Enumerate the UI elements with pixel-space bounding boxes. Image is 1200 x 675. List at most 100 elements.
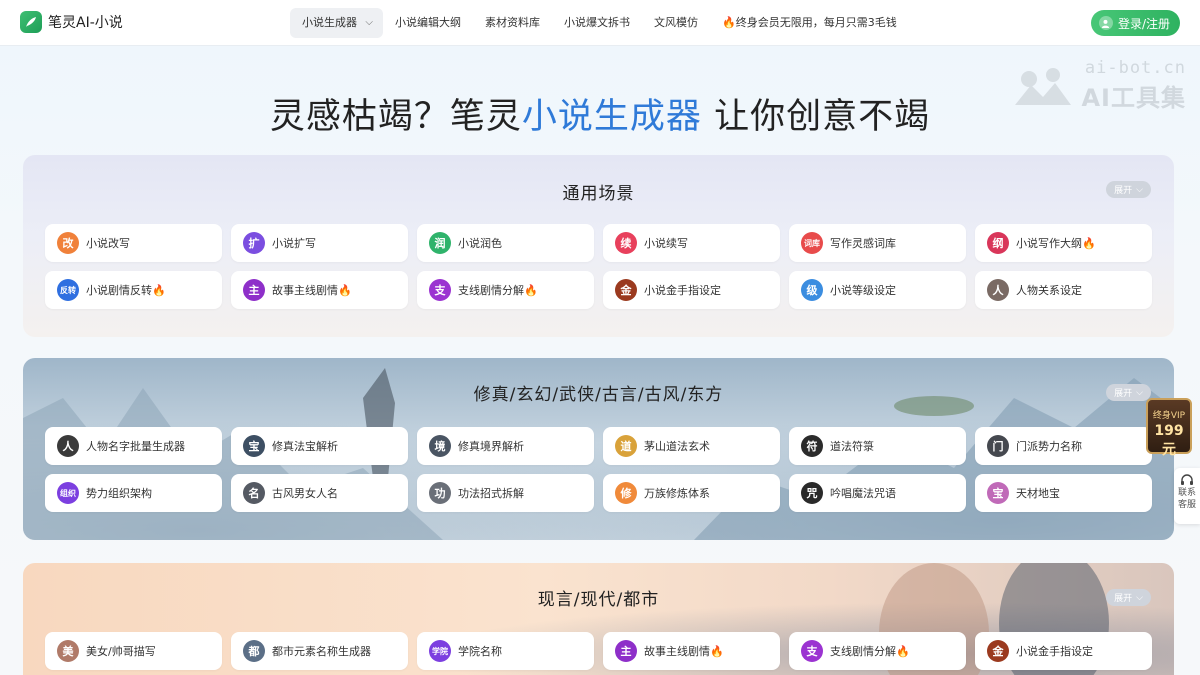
headset-icon xyxy=(1181,474,1193,485)
tool-grid: 美美女/帅哥描写都都市元素名称生成器 学院 学院名称主故事主线剧情🔥 支支线剧情分解🔥… xyxy=(45,632,1152,670)
contact-label-2: 客服 xyxy=(1177,500,1196,510)
tool-card[interactable]: 扩小说扩写 xyxy=(231,224,408,262)
tool-label: 学院名称 xyxy=(458,645,502,658)
tool-card[interactable]: 支支线剧情分解🔥 xyxy=(789,632,966,670)
contact-label-1: 联系 xyxy=(1177,488,1196,498)
tool-badge-icon: 人 xyxy=(987,279,1009,301)
user-icon xyxy=(1098,16,1113,30)
tool-label: 门派势力名称 xyxy=(1016,440,1082,453)
tool-label: 人物关系设定 xyxy=(1016,284,1082,297)
headline-highlight: 小说生成器 xyxy=(521,97,702,137)
lifetime-vip-badge[interactable]: 终身VIP 199元 xyxy=(1146,398,1192,458)
tool-badge-icon: 功 xyxy=(429,482,451,504)
tool-label: 修真法宝解析 xyxy=(272,440,338,453)
expand-button[interactable]: 展开 ⌵ xyxy=(1106,181,1151,198)
section-title: 修真/玄幻/武侠/古言/古风/东方 xyxy=(473,385,724,405)
top-navigation-bar: 笔灵AI-小说 小说生成器 ⌵ 小说编辑大纲 素材资料库 小说爆文拆书 文风模仿… xyxy=(0,0,1200,46)
login-register-button[interactable]: 登录/注册 xyxy=(1090,10,1180,36)
tool-badge-icon: 金 xyxy=(615,279,637,301)
tool-card[interactable]: 学院 学院名称 xyxy=(417,632,594,670)
tool-card[interactable]: 门门派势力名称 xyxy=(975,427,1152,465)
tool-card[interactable]: 修万族修炼体系 xyxy=(603,474,780,512)
tool-card[interactable]: 美美女/帅哥描写 xyxy=(45,632,222,670)
tool-card[interactable]: 主故事主线剧情🔥 xyxy=(231,271,408,309)
expand-button[interactable]: 展开 ⌵ xyxy=(1106,384,1151,401)
tool-card[interactable]: 纲小说写作大纲🔥 xyxy=(975,224,1152,262)
tool-card[interactable]: 道茅山道法玄术 xyxy=(603,427,780,465)
tool-card[interactable]: 人人物关系设定 xyxy=(975,271,1152,309)
tool-card[interactable]: 金小说金手指设定 xyxy=(975,632,1152,670)
tool-label: 写作灵感词库 xyxy=(830,237,896,250)
tool-card[interactable]: 都都市元素名称生成器 xyxy=(231,632,408,670)
tool-label: 小说改写 xyxy=(86,237,130,250)
tool-card[interactable]: 反转 小说剧情反转🔥 xyxy=(45,271,222,309)
tool-card[interactable]: 改小说改写 xyxy=(45,224,222,262)
tool-card[interactable]: 续小说续写 xyxy=(603,224,780,262)
tool-badge-icon: 宝 xyxy=(987,482,1009,504)
tool-card[interactable]: 符道法符箓 xyxy=(789,427,966,465)
tool-card[interactable]: 咒吟唱魔法咒语 xyxy=(789,474,966,512)
main-nav: 小说生成器 ⌵ 小说编辑大纲 素材资料库 小说爆文拆书 文风模仿 🔥终身会员无限… xyxy=(290,8,909,38)
tool-card[interactable]: 功功法招式拆解 xyxy=(417,474,594,512)
expand-label: 展开 xyxy=(1114,389,1133,399)
tool-label: 势力组织架构 xyxy=(86,487,152,500)
site-logo[interactable]: 笔灵AI-小说 xyxy=(20,11,123,33)
tool-badge-icon: 符 xyxy=(801,435,823,457)
tool-card[interactable]: 主故事主线剧情🔥 xyxy=(603,632,780,670)
contact-support-button[interactable]: 联系 客服 xyxy=(1174,468,1200,524)
tool-label: 小说等级设定 xyxy=(830,284,896,297)
tool-card[interactable]: 组织 势力组织架构 xyxy=(45,474,222,512)
vip-price: 199元 xyxy=(1154,423,1184,458)
tool-badge-icon: 续 xyxy=(615,232,637,254)
watermark-url: ai-bot.cn xyxy=(1084,58,1186,78)
tool-card[interactable]: 宝修真法宝解析 xyxy=(231,427,408,465)
tool-label: 小说剧情反转🔥 xyxy=(86,284,166,297)
tool-card[interactable]: 润小说润色 xyxy=(417,224,594,262)
tool-label: 小说续写 xyxy=(644,237,688,250)
tool-label: 道法符箓 xyxy=(830,440,874,453)
tool-badge-icon: 反转 xyxy=(57,279,79,301)
section-title: 通用场景 xyxy=(562,184,635,204)
tool-label: 小说写作大纲🔥 xyxy=(1016,237,1096,250)
tool-badge-icon: 润 xyxy=(429,232,451,254)
tool-label: 功法招式拆解 xyxy=(458,487,524,500)
nav-book-breakdown[interactable]: 小说爆文拆书 xyxy=(552,8,642,38)
tool-badge-icon: 改 xyxy=(57,232,79,254)
tool-card[interactable]: 境修真境界解析 xyxy=(417,427,594,465)
tool-badge-icon: 主 xyxy=(243,279,265,301)
tool-card[interactable]: 词库 写作灵感词库 xyxy=(789,224,966,262)
tool-badge-icon: 门 xyxy=(987,435,1009,457)
tool-badge-icon: 扩 xyxy=(243,232,265,254)
section-xianxia-fantasy: 修真/玄幻/武侠/古言/古风/东方 展开 ⌵ 人人物名字批量生成器宝修真法宝解析境… xyxy=(23,358,1174,540)
tool-card[interactable]: 级小说等级设定 xyxy=(789,271,966,309)
tool-label: 故事主线剧情🔥 xyxy=(644,645,724,658)
nav-material-library[interactable]: 素材资料库 xyxy=(473,8,552,38)
tool-label: 古风男女人名 xyxy=(272,487,338,500)
nav-style-imitation[interactable]: 文风模仿 xyxy=(642,8,710,38)
tool-label: 故事主线剧情🔥 xyxy=(272,284,352,297)
tool-card[interactable]: 名古风男女人名 xyxy=(231,474,408,512)
tool-badge-icon: 美 xyxy=(57,640,79,662)
tool-badge-icon: 名 xyxy=(243,482,265,504)
tool-card[interactable]: 宝天材地宝 xyxy=(975,474,1152,512)
tool-label: 天材地宝 xyxy=(1016,487,1060,500)
nav-outline-editor[interactable]: 小说编辑大纲 xyxy=(383,8,473,38)
expand-label: 展开 xyxy=(1114,186,1133,196)
tool-card[interactable]: 金小说金手指设定 xyxy=(603,271,780,309)
headline-suffix: 让你创意不竭 xyxy=(701,97,931,137)
tool-label: 支线剧情分解🔥 xyxy=(458,284,538,297)
tool-badge-icon: 支 xyxy=(429,279,451,301)
tool-badge-icon: 主 xyxy=(615,640,637,662)
nav-novel-generator[interactable]: 小说生成器 ⌵ xyxy=(290,8,383,38)
tool-badge-icon: 级 xyxy=(801,279,823,301)
tool-card[interactable]: 人人物名字批量生成器 xyxy=(45,427,222,465)
chevron-down-icon: ⌵ xyxy=(1136,184,1143,195)
tool-card[interactable]: 支支线剧情分解🔥 xyxy=(417,271,594,309)
tool-label: 小说金手指设定 xyxy=(644,284,721,297)
tool-label: 茅山道法玄术 xyxy=(644,440,710,453)
nav-vip-promo[interactable]: 🔥终身会员无限用，每月只需3毛钱 xyxy=(710,8,909,38)
expand-button[interactable]: 展开 ⌵ xyxy=(1106,589,1151,606)
tool-badge-icon: 词库 xyxy=(801,232,823,254)
tool-label: 修真境界解析 xyxy=(458,440,524,453)
chevron-down-icon: ⌵ xyxy=(1136,387,1143,398)
